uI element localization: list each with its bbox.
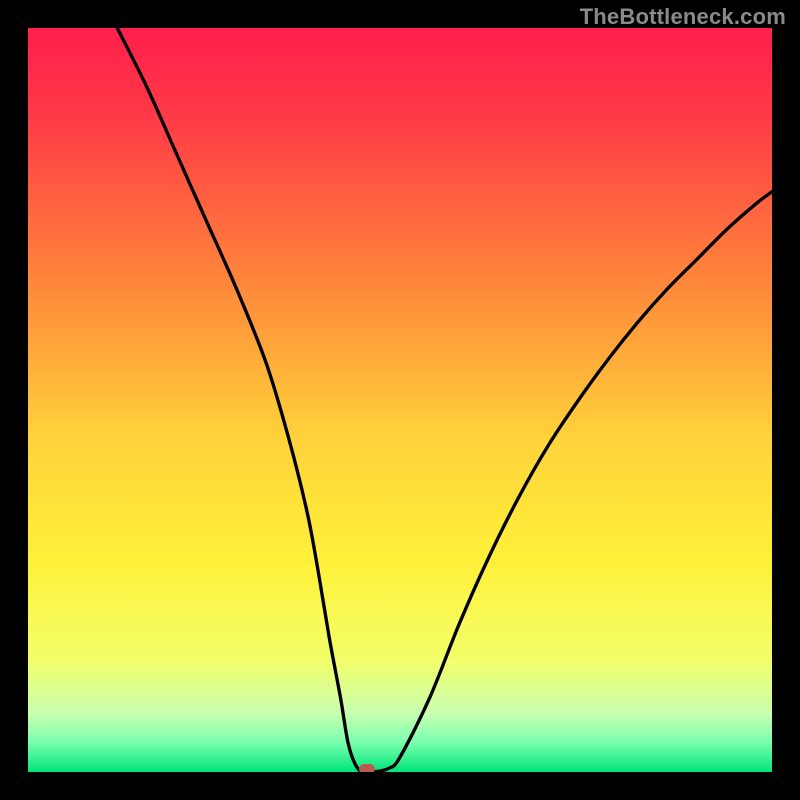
min-marker [359,764,375,772]
curve-layer [28,28,772,772]
plot-area [28,28,772,772]
chart-frame: TheBottleneck.com [0,0,800,800]
watermark-text: TheBottleneck.com [580,4,786,30]
bottleneck-curve [117,28,772,772]
